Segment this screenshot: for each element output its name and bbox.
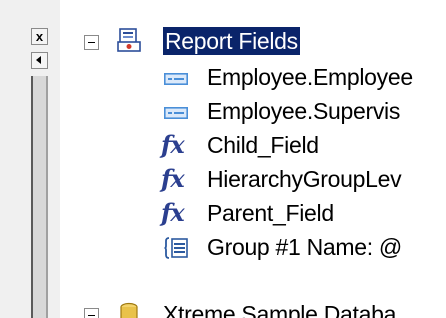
collapse-toggle-icon[interactable] — [84, 35, 99, 50]
tree-item-label: HierarchyGroupLev — [207, 166, 402, 192]
tree-item-label: Employee.Employee — [207, 64, 413, 90]
database-icon — [118, 302, 140, 318]
tree-item-formula[interactable]: fx Parent_Field — [60, 199, 446, 229]
tree-item-formula[interactable]: fx HierarchyGroupLev — [60, 165, 446, 195]
close-panel-button[interactable]: x — [31, 28, 48, 45]
tree-item-group-name[interactable]: Group #1 Name: @ — [60, 233, 446, 263]
collapse-toggle-icon[interactable] — [84, 308, 99, 318]
tree-node-label: Xtreme Sample Databa — [163, 301, 397, 318]
tree-item-formula[interactable]: fx Child_Field — [60, 131, 446, 161]
tree-item-field[interactable]: Employee.Supervis — [60, 97, 446, 127]
tree-item-label: Parent_Field — [207, 200, 334, 226]
tree-item-label: Employee.Supervis — [207, 98, 401, 124]
tree-node-report-fields[interactable]: Report Fields — [60, 26, 446, 58]
field-explorer-tree: Report Fields Employee.Employee Employee… — [60, 0, 446, 318]
report-fields-icon — [116, 27, 142, 58]
tree-item-field[interactable]: Employee.Employee — [60, 63, 446, 93]
formula-icon: fx — [161, 130, 185, 159]
group-name-icon — [164, 237, 188, 264]
tree-node-label[interactable]: Report Fields — [162, 26, 301, 56]
database-field-icon — [164, 106, 188, 124]
panel-splitter[interactable] — [31, 76, 48, 318]
database-field-icon — [164, 72, 188, 90]
tree-item-label: Child_Field — [207, 132, 319, 158]
tree-item-label: Group #1 Name: @ — [207, 234, 402, 260]
side-toolbar: x — [0, 0, 52, 318]
formula-icon: fx — [161, 198, 185, 227]
formula-icon: fx — [161, 164, 185, 193]
tree-node-database-fields[interactable]: Xtreme Sample Databa — [60, 300, 446, 318]
collapse-panel-button[interactable] — [31, 52, 48, 69]
